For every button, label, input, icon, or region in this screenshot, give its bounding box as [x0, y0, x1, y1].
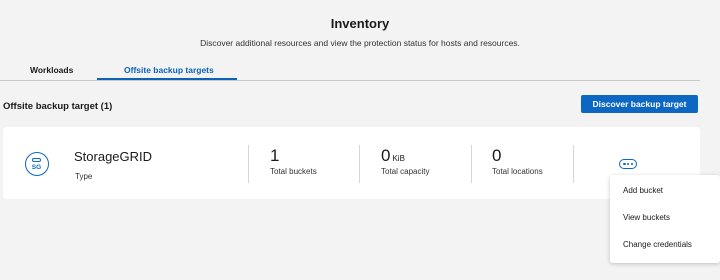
tab-offsite-backup-targets[interactable]: Offsite backup targets: [124, 65, 214, 75]
backup-target-card: SG StorageGRID Type 1 Total buckets 0 KiB…: [3, 127, 700, 199]
divider: [359, 145, 360, 183]
dot: [627, 162, 630, 166]
target-type-label: Type: [75, 172, 93, 181]
target-name: StorageGRID: [74, 149, 153, 164]
total-capacity-number: 0: [381, 146, 391, 165]
menu-item-add-bucket[interactable]: Add bucket: [623, 186, 663, 195]
total-buckets-value: 1: [270, 146, 279, 166]
tab-bar: Workloads Offsite backup targets: [0, 58, 700, 81]
actions-dropdown-menu: Add bucket View buckets Change credentia…: [610, 175, 720, 263]
total-buckets-label: Total buckets: [270, 167, 317, 176]
total-buckets-number: 1: [270, 146, 280, 165]
total-capacity-label: Total capacity: [381, 167, 430, 176]
storagegrid-icon: SG: [25, 152, 49, 176]
more-actions-icon[interactable]: [619, 159, 637, 169]
active-tab-indicator: [97, 78, 237, 80]
page-subtitle: Discover additional resources and view t…: [200, 38, 520, 48]
divider: [573, 145, 574, 183]
total-capacity-value: 0 KiB: [381, 146, 405, 166]
storage-bar-shape: [32, 158, 41, 162]
dot: [630, 162, 634, 166]
menu-item-change-credentials[interactable]: Change credentials: [623, 240, 692, 249]
section-title: Offsite backup target (1): [3, 101, 113, 112]
total-locations-label: Total locations: [492, 167, 543, 176]
tab-workloads[interactable]: Workloads: [30, 65, 73, 75]
page-title: Inventory: [330, 16, 390, 31]
divider: [471, 145, 472, 183]
total-capacity-unit: KiB: [392, 154, 405, 163]
menu-item-view-buckets[interactable]: View buckets: [623, 213, 670, 222]
total-locations-value: 0: [492, 146, 501, 166]
total-locations-number: 0: [492, 146, 502, 165]
dot: [623, 162, 626, 166]
discover-backup-target-button[interactable]: Discover backup target: [581, 95, 698, 113]
storagegrid-icon-text: SG: [31, 164, 42, 171]
divider: [248, 145, 249, 183]
